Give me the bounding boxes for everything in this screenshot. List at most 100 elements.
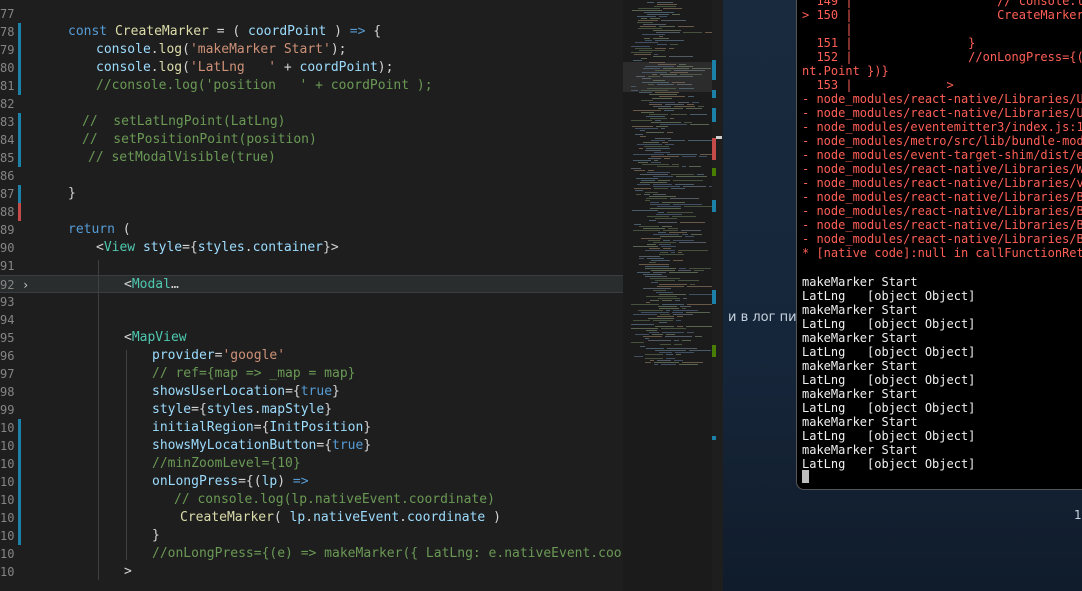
minimap-code-line <box>641 238 661 239</box>
git-change-marker <box>18 455 21 473</box>
minimap-code-line <box>658 232 666 233</box>
minimap-code-line <box>662 332 684 333</box>
minimap-code-line <box>635 48 652 49</box>
minimap-code-line <box>639 148 643 149</box>
code-line[interactable]: 102 //minZoomLevel={10} <box>0 455 623 473</box>
fold-chevron-icon[interactable]: › <box>22 276 29 294</box>
line-number: 106 <box>0 529 14 543</box>
minimap-code-line <box>645 250 675 251</box>
code-line[interactable]: 101 showsMyLocationButton={true} <box>0 437 623 455</box>
minimap-code-line <box>667 348 697 349</box>
code-token: ) <box>277 474 293 489</box>
code-line[interactable]: 78 const CreateMarker = ( coordPoint ) =>… <box>0 23 623 41</box>
minimap-code-line <box>671 188 685 189</box>
minimap-code-line <box>669 56 693 57</box>
minimap-code-line <box>631 328 658 329</box>
code-line[interactable]: 87} <box>0 185 623 203</box>
code-line[interactable]: 96 provider='google' <box>0 347 623 365</box>
minimap-code-line <box>631 46 650 47</box>
code-token: lp <box>289 510 306 525</box>
code-line[interactable]: 91 <box>0 257 623 275</box>
git-change-marker <box>18 419 21 437</box>
minimap-code-line <box>666 354 673 355</box>
minimap-code-line <box>645 40 652 41</box>
code-line[interactable]: 106} <box>0 527 623 545</box>
code-line[interactable]: 82 <box>0 95 623 113</box>
code-token: ( <box>182 60 190 75</box>
code-token: // console.log(lp.nativeEvent.coordinate… <box>174 492 495 507</box>
code-editor[interactable]: 77 78 const CreateMarker = ( coordPoint ) … <box>0 0 623 591</box>
code-line[interactable]: 77 <box>0 5 623 23</box>
code-line[interactable]: 86 <box>0 167 623 185</box>
code-token: }> <box>323 240 339 255</box>
code-line[interactable]: 103 onLongPress={(lp) => <box>0 473 623 491</box>
minimap-code-line <box>655 48 666 49</box>
minimap-code-line <box>673 260 683 261</box>
code-line[interactable]: 95 <MapView <box>0 329 623 347</box>
minimap-code-line <box>678 250 708 251</box>
code-line[interactable]: 79 console.log('makeMarker Start'); <box>0 41 623 59</box>
minimap-code-line <box>672 14 680 15</box>
code-token: . <box>399 510 407 525</box>
code-token: Modal <box>131 277 171 292</box>
code-line[interactable]: 84 // setPositionPoint(position) <box>0 131 623 149</box>
code-text: onLongPress={(lp) => <box>152 473 309 491</box>
line-number: 79 <box>0 43 14 57</box>
code-line[interactable]: 97 // ref={map => _map = map} <box>0 365 623 383</box>
code-line[interactable]: 92 › <Modal… <box>0 275 623 293</box>
code-token: return <box>68 222 115 237</box>
minimap-code-line <box>695 336 702 337</box>
minimap-code-line <box>637 16 656 17</box>
minimap-code-line <box>677 326 683 327</box>
code-line[interactable]: 93 <box>0 293 623 311</box>
minimap-code-line <box>660 252 668 253</box>
terminal-log-line: makeMarker Start <box>802 415 918 429</box>
code-line[interactable]: 99 style={styles.mapStyle} <box>0 401 623 419</box>
code-line[interactable]: 105CreateMarker( lp.nativeEvent.coordina… <box>0 509 623 527</box>
minimap-code-line <box>636 194 641 195</box>
code-line[interactable]: 100 initialRegion={InitPosition} <box>0 419 623 437</box>
minimap-code-line <box>670 198 699 199</box>
code-line[interactable]: 81 //console.log('position ' + coordPoint… <box>0 77 623 95</box>
minimap-code-line <box>645 150 661 151</box>
code-line[interactable]: 104 // console.log(lp.nativeEvent.coordin… <box>0 491 623 509</box>
code-token: . <box>150 60 159 75</box>
minimap-code-line <box>631 168 641 169</box>
minimap-code-line <box>691 234 702 235</box>
minimap-code-line <box>690 114 707 115</box>
code-token: //onLongPress={(e) => makeMarker({ LatLn… <box>152 546 623 561</box>
minimap-code-line <box>632 126 653 127</box>
minimap[interactable] <box>623 0 723 591</box>
code-token: } <box>324 402 333 417</box>
minimap-viewport[interactable] <box>623 62 723 92</box>
code-token: View <box>103 240 136 255</box>
line-number: 102 <box>0 457 14 471</box>
code-line[interactable]: 98 showsUserLocation={true} <box>0 383 623 401</box>
code-line[interactable]: 83 // setLatLngPoint(LatLng) <box>0 113 623 131</box>
scrollbar-change-marker <box>712 108 716 122</box>
minimap-code-line <box>700 154 712 155</box>
line-number: 88 <box>0 205 14 219</box>
code-token: coordPoint <box>299 60 378 75</box>
line-number: 77 <box>0 7 14 21</box>
code-line[interactable]: 80 console.log('LatLng ' + coordPoint); <box>0 59 623 77</box>
minimap-code-line <box>651 156 679 157</box>
minimap-code-line <box>644 194 650 195</box>
minimap-code-line <box>639 256 660 257</box>
terminal-window[interactable]: 149 | // console.lo > 150 | CreateMarker … <box>796 0 1082 490</box>
code-line[interactable]: 85 // setModalVisible(true) <box>0 149 623 167</box>
git-change-marker <box>18 131 21 149</box>
code-token: < <box>124 330 132 345</box>
code-line[interactable]: 107 //onLongPress={(e) => makeMarker({ La… <box>0 545 623 563</box>
code-line[interactable]: 90 <View style={styles.container}> <box>0 239 623 257</box>
minimap-code-line <box>633 230 660 231</box>
minimap-code-line <box>640 26 656 27</box>
code-line[interactable]: 108 > <box>0 563 623 581</box>
code-token: container <box>252 240 324 255</box>
code-token: . <box>253 402 262 417</box>
code-line[interactable]: 88 <box>0 203 623 221</box>
minimap-code-line <box>665 336 692 337</box>
code-line[interactable]: 89 return ( <box>0 221 623 239</box>
line-number: 101 <box>0 439 14 453</box>
code-line[interactable]: 94 <box>0 311 623 329</box>
